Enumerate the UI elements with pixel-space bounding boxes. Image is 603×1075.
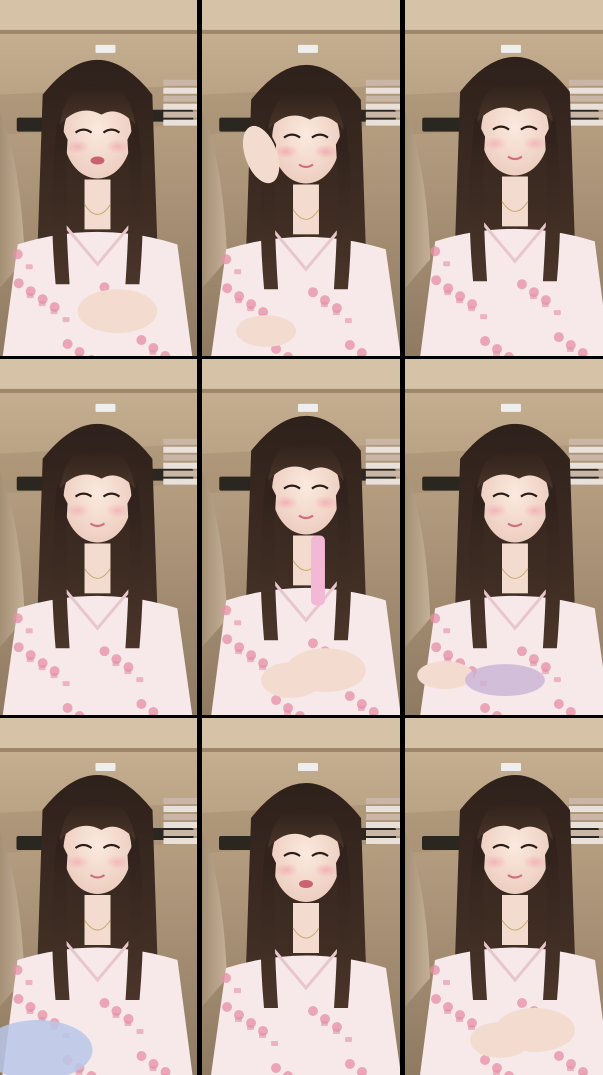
- video-frame: [0, 718, 197, 1075]
- video-frame-grid: [0, 0, 603, 1075]
- video-frame: [202, 718, 400, 1075]
- frame-illustration: [405, 718, 603, 1075]
- frame-illustration: [0, 718, 197, 1075]
- frame-illustration: [0, 0, 197, 356]
- video-frame: [202, 359, 400, 715]
- video-frame: [405, 0, 603, 356]
- frame-illustration: [405, 359, 603, 715]
- video-frame: [202, 0, 400, 356]
- frame-illustration: [202, 0, 400, 356]
- video-frame: [405, 718, 603, 1075]
- video-frame: [405, 359, 603, 715]
- frame-illustration: [405, 0, 603, 356]
- frame-illustration: [202, 359, 400, 715]
- frame-illustration: [0, 359, 197, 715]
- video-frame: [0, 0, 197, 356]
- video-frame: [0, 359, 197, 715]
- frame-illustration: [202, 718, 400, 1075]
